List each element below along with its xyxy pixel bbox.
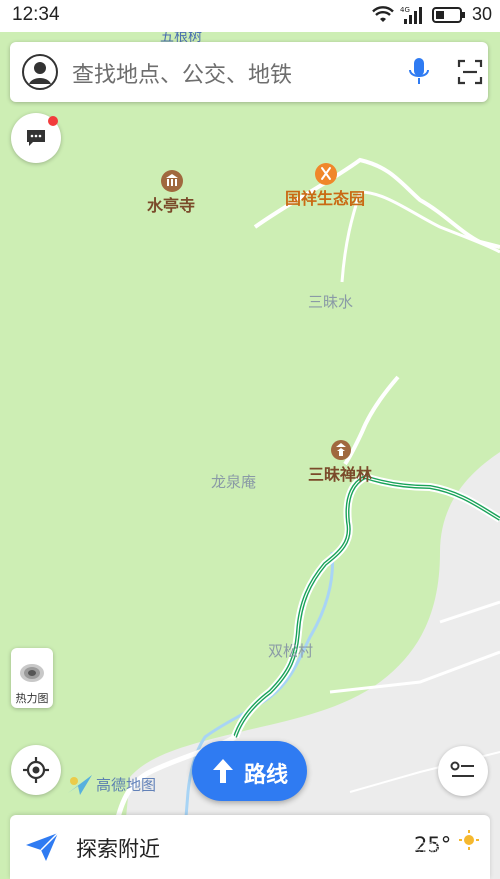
route-label: 路线 bbox=[244, 763, 289, 788]
heatmap-label: 热力图 bbox=[15, 692, 49, 705]
poi-label-sanmei-chanlin[interactable]: 三昧禅林 bbox=[308, 461, 372, 485]
place-label-sanmei-water: 三昧水 bbox=[308, 293, 354, 311]
search-bar[interactable]: 查找地点、公交、地铁 bbox=[10, 42, 488, 102]
poi-label-shuiting-temple[interactable]: 水亭寺 bbox=[147, 192, 195, 216]
battery-icon bbox=[431, 6, 465, 23]
amap-logo-text: 高德地图 bbox=[96, 775, 157, 794]
temple-icon[interactable] bbox=[160, 169, 184, 193]
heatmap-button[interactable]: 热力图 bbox=[11, 648, 53, 708]
notification-dot bbox=[48, 116, 58, 126]
wifi-icon bbox=[372, 5, 394, 22]
sun-icon bbox=[459, 830, 479, 850]
amap-logo-icon bbox=[68, 775, 92, 795]
restaurant-icon[interactable] bbox=[314, 162, 338, 186]
status-time: 12:34 bbox=[12, 4, 60, 25]
network-type-label: 4G bbox=[400, 6, 410, 14]
poi-label-guoxiang-eco-park[interactable]: 国祥生态园 bbox=[285, 185, 365, 209]
signal-icon: 4G bbox=[400, 6, 422, 24]
heatmap-icon bbox=[20, 664, 44, 682]
route-arrow-icon bbox=[213, 759, 233, 783]
route-button[interactable]: 路线 bbox=[192, 741, 307, 801]
locate-icon bbox=[23, 757, 49, 783]
avatar-icon[interactable] bbox=[22, 54, 58, 90]
explore-nearby-label: 探索附近 bbox=[76, 837, 160, 861]
list-button[interactable] bbox=[438, 746, 488, 796]
search-input[interactable]: 查找地点、公交、地铁 bbox=[72, 57, 292, 89]
amap-logo: 高德地图 bbox=[66, 771, 156, 797]
scan-icon[interactable] bbox=[456, 58, 484, 86]
message-button[interactable] bbox=[11, 113, 61, 163]
battery-level: 30 bbox=[471, 4, 492, 24]
status-bar: 12:34 4G 30 bbox=[0, 0, 500, 32]
list-icon bbox=[450, 761, 474, 777]
pagoda-icon[interactable] bbox=[330, 439, 352, 461]
paper-plane-icon bbox=[26, 832, 59, 861]
locate-button[interactable] bbox=[11, 745, 61, 795]
microphone-icon[interactable] bbox=[404, 56, 434, 88]
place-label-shuangsong-village: 双松村 bbox=[268, 642, 314, 660]
watermark: Baidu经验 bbox=[382, 841, 442, 856]
message-icon bbox=[27, 130, 45, 146]
place-label-longquan-nunnery: 龙泉庵 bbox=[211, 473, 257, 491]
